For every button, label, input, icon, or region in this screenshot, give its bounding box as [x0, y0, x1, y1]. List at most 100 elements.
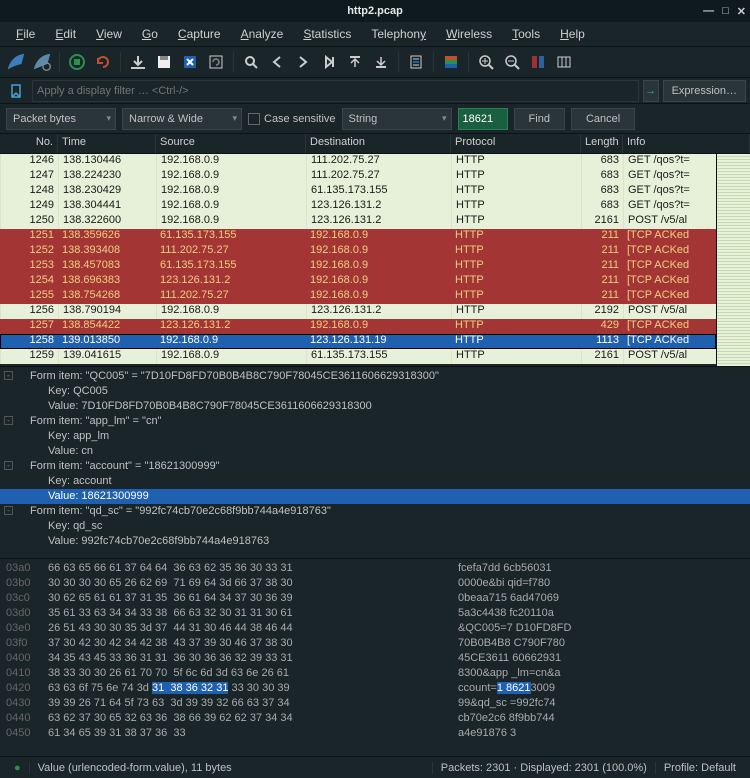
go-forward-icon[interactable] — [291, 50, 315, 74]
maximize-button[interactable]: □ — [722, 5, 729, 18]
colorize-icon[interactable] — [439, 50, 463, 74]
hex-row[interactable]: 042063 63 6f 75 6e 74 3d 31 38 36 32 31 … — [6, 681, 744, 696]
charset-select[interactable]: Narrow & Wide — [122, 108, 242, 130]
detail-line[interactable]: Key: QC005 — [0, 384, 750, 399]
packet-row[interactable]: 1246138.130446192.168.0.9111.202.75.27HT… — [0, 154, 716, 169]
col-time[interactable]: Time — [58, 134, 156, 153]
zoom-in-icon[interactable] — [474, 50, 498, 74]
packet-row[interactable]: 1259139.041615192.168.0.961.135.173.155H… — [0, 349, 716, 364]
detail-line[interactable]: Key: account — [0, 474, 750, 489]
cancel-button[interactable]: Cancel — [571, 108, 635, 130]
close-file-icon[interactable] — [178, 50, 202, 74]
autoscroll-icon[interactable] — [404, 50, 428, 74]
menu-wireless[interactable]: Wireless — [436, 23, 502, 45]
hex-row[interactable]: 040034 35 43 45 33 36 31 31 36 30 36 36 … — [6, 651, 744, 666]
expand-icon[interactable]: - — [4, 416, 13, 425]
hex-row[interactable]: 03f037 30 42 30 42 34 42 38 43 37 39 30 … — [6, 636, 744, 651]
detail-line[interactable]: Value: 7D10FD8FD70B0B4B8C790F78045CE3611… — [0, 399, 750, 414]
packet-scrollbar-overview[interactable] — [716, 154, 750, 366]
col-source[interactable]: Source — [156, 134, 306, 153]
detail-line[interactable]: -Form item: "app_lm" = "cn" — [0, 414, 750, 429]
menu-capture[interactable]: Capture — [168, 23, 231, 45]
packet-row[interactable]: 1251138.35962661.135.173.155192.168.0.9H… — [0, 229, 716, 244]
go-last-icon[interactable] — [369, 50, 393, 74]
hex-row[interactable]: 03e026 51 43 30 30 35 3d 37 44 31 30 46 … — [6, 621, 744, 636]
search-in-select[interactable]: Packet bytes — [6, 108, 116, 130]
expand-icon[interactable]: - — [4, 461, 13, 470]
menu-telephony[interactable]: Telephony — [361, 23, 436, 45]
expand-icon[interactable]: - — [4, 506, 13, 515]
bookmark-icon[interactable] — [4, 79, 28, 103]
packet-row[interactable]: 1253138.45708361.135.173.155192.168.0.9H… — [0, 259, 716, 274]
go-first-icon[interactable] — [343, 50, 367, 74]
menu-tools[interactable]: Tools — [502, 23, 550, 45]
packet-row[interactable]: 1250138.322600192.168.0.9123.126.131.2HT… — [0, 214, 716, 229]
hex-row[interactable]: 03d035 61 33 63 34 34 33 38 66 63 32 30 … — [6, 606, 744, 621]
search-type-select[interactable]: String — [342, 108, 452, 130]
menu-analyze[interactable]: Analyze — [231, 23, 294, 45]
case-sensitive-checkbox[interactable]: Case sensitive — [248, 113, 336, 125]
packet-list[interactable]: 1246138.130446192.168.0.9111.202.75.27HT… — [0, 154, 750, 366]
packet-row[interactable]: 1258139.013850192.168.0.9123.126.131.19H… — [0, 334, 716, 349]
detail-line[interactable]: Value: 992fc74cb70e2c68f9bb744a4e918763 — [0, 534, 750, 549]
display-filter-input[interactable] — [37, 85, 634, 97]
zoom-reset-icon[interactable] — [526, 50, 550, 74]
packet-bytes-pane[interactable]: 03a066 63 65 66 61 37 64 64 36 63 62 35 … — [0, 558, 750, 756]
zoom-out-icon[interactable] — [500, 50, 524, 74]
shark-fin-icon[interactable] — [4, 50, 28, 74]
search-input[interactable] — [458, 108, 508, 130]
col-no[interactable]: No. — [0, 134, 58, 153]
packet-row[interactable]: 1256138.790194192.168.0.9123.126.131.2HT… — [0, 304, 716, 319]
apply-filter-button[interactable]: → — [643, 80, 659, 102]
menu-statistics[interactable]: Statistics — [293, 23, 361, 45]
packet-row[interactable]: 1257138.854422123.126.131.2192.168.0.9HT… — [0, 319, 716, 334]
packet-details-pane[interactable]: -Form item: "QC005" = "7D10FD8FD70B0B4B8… — [0, 366, 750, 558]
expand-icon[interactable]: - — [4, 371, 13, 380]
detail-line[interactable]: -Form item: "QC005" = "7D10FD8FD70B0B4B8… — [0, 369, 750, 384]
menu-go[interactable]: Go — [132, 23, 168, 45]
reload-icon[interactable] — [204, 50, 228, 74]
close-button[interactable]: ✕ — [737, 5, 746, 18]
hex-row[interactable]: 045061 34 65 39 31 38 37 36 33a4e91876 3 — [6, 726, 744, 741]
resize-columns-icon[interactable] — [552, 50, 576, 74]
packet-row[interactable]: 1247138.224230192.168.0.9111.202.75.27HT… — [0, 169, 716, 184]
hex-row[interactable]: 03c030 62 65 61 61 37 31 35 36 61 64 34 … — [6, 591, 744, 606]
col-destination[interactable]: Destination — [306, 134, 451, 153]
packet-row[interactable]: 1255138.754268111.202.75.27192.168.0.9HT… — [0, 289, 716, 304]
hex-row[interactable]: 03a066 63 65 66 61 37 64 64 36 63 62 35 … — [6, 561, 744, 576]
detail-line[interactable]: Key: qd_sc — [0, 519, 750, 534]
go-back-icon[interactable] — [265, 50, 289, 74]
detail-line[interactable]: Value: cn — [0, 444, 750, 459]
find-icon[interactable] — [239, 50, 263, 74]
hex-row[interactable]: 043039 39 26 71 64 5f 73 63 3d 39 39 32 … — [6, 696, 744, 711]
save-file-icon[interactable] — [152, 50, 176, 74]
detail-line[interactable]: -Form item: "account" = "18621300999" — [0, 459, 750, 474]
minimize-button[interactable]: — — [703, 5, 714, 18]
stop-icon[interactable] — [65, 50, 89, 74]
col-length[interactable]: Length — [581, 134, 623, 153]
menu-file[interactable]: File — [6, 23, 45, 45]
detail-line[interactable]: Key: app_lm — [0, 429, 750, 444]
expression-button[interactable]: Expression… — [663, 80, 746, 102]
detail-line[interactable]: Value: 18621300999 — [0, 489, 750, 504]
detail-line[interactable]: -Form item: "qd_sc" = "992fc74cb70e2c68f… — [0, 504, 750, 519]
find-button[interactable]: Find — [514, 108, 565, 130]
hex-row[interactable]: 041038 33 30 30 26 61 70 70 5f 6c 6d 3d … — [6, 666, 744, 681]
display-filter-input-wrap[interactable] — [32, 80, 639, 102]
col-info[interactable]: Info — [623, 134, 750, 153]
packet-row[interactable]: 1248138.230429192.168.0.961.135.173.155H… — [0, 184, 716, 199]
menu-help[interactable]: Help — [550, 23, 595, 45]
status-profile[interactable]: Profile: Default — [656, 762, 744, 774]
restart-icon[interactable] — [91, 50, 115, 74]
menu-view[interactable]: View — [86, 23, 132, 45]
menu-edit[interactable]: Edit — [45, 23, 86, 45]
packet-row[interactable]: 1249138.304441192.168.0.9123.126.131.2HT… — [0, 199, 716, 214]
packet-row[interactable]: 1252138.393408111.202.75.27192.168.0.9HT… — [0, 244, 716, 259]
hex-row[interactable]: 044063 62 37 30 65 32 63 36 38 66 39 62 … — [6, 711, 744, 726]
open-file-icon[interactable] — [126, 50, 150, 74]
packet-row[interactable]: 1254138.696383123.126.131.2192.168.0.9HT… — [0, 274, 716, 289]
col-protocol[interactable]: Protocol — [451, 134, 581, 153]
capture-options-icon[interactable] — [30, 50, 54, 74]
go-to-packet-icon[interactable] — [317, 50, 341, 74]
hex-row[interactable]: 03b030 30 30 30 65 26 62 69 71 69 64 3d … — [6, 576, 744, 591]
